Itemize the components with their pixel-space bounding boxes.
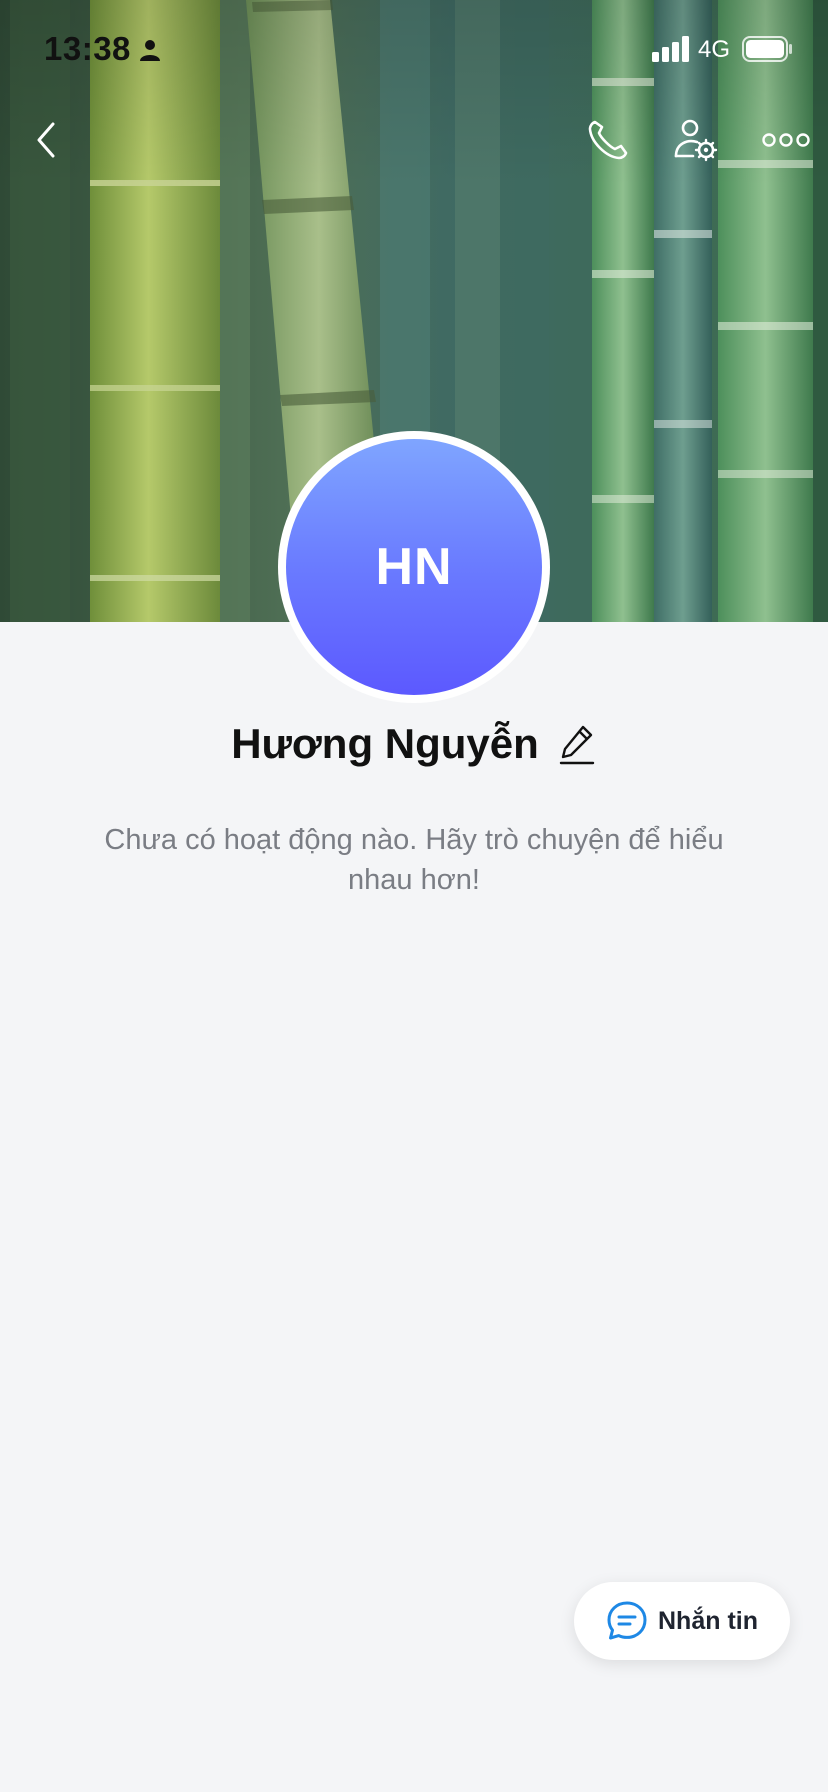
status-time: 13:38	[44, 30, 131, 67]
call-button[interactable]	[578, 110, 638, 170]
more-options-button[interactable]	[756, 110, 816, 170]
more-icon	[762, 133, 810, 147]
avatar-initials: HN	[375, 538, 453, 596]
signal-icon	[652, 36, 692, 62]
pencil-icon	[559, 725, 594, 765]
back-button[interactable]	[16, 110, 76, 170]
phone-icon	[588, 120, 628, 160]
back-icon	[37, 122, 55, 158]
message-button-label: Nhắn tin	[658, 1606, 758, 1635]
battery-icon	[742, 36, 794, 62]
empty-activity-message: Chưa có hoạt động nào. Hãy trò chuyện để…	[104, 824, 724, 896]
status-bar: 13:38 4G	[0, 0, 828, 100]
person-icon	[138, 38, 162, 62]
avatar-ring: HN	[278, 431, 550, 703]
message-button[interactable]: Nhắn tin	[574, 1582, 790, 1660]
user-settings-icon	[674, 119, 718, 162]
network-type: 4G	[698, 36, 731, 63]
profile-name-row: Hương Nguyễn	[0, 720, 828, 768]
profile-name: Hương Nguyễn	[231, 720, 539, 767]
profile-settings-button[interactable]	[666, 110, 726, 170]
avatar[interactable]: HN	[286, 439, 542, 695]
profile-screen: 13:38 4G HN Hương Nguyễn Chưa có hoạt độ…	[0, 0, 828, 1792]
chat-bubble-icon	[607, 1601, 647, 1640]
edit-name-button[interactable]	[557, 722, 597, 766]
